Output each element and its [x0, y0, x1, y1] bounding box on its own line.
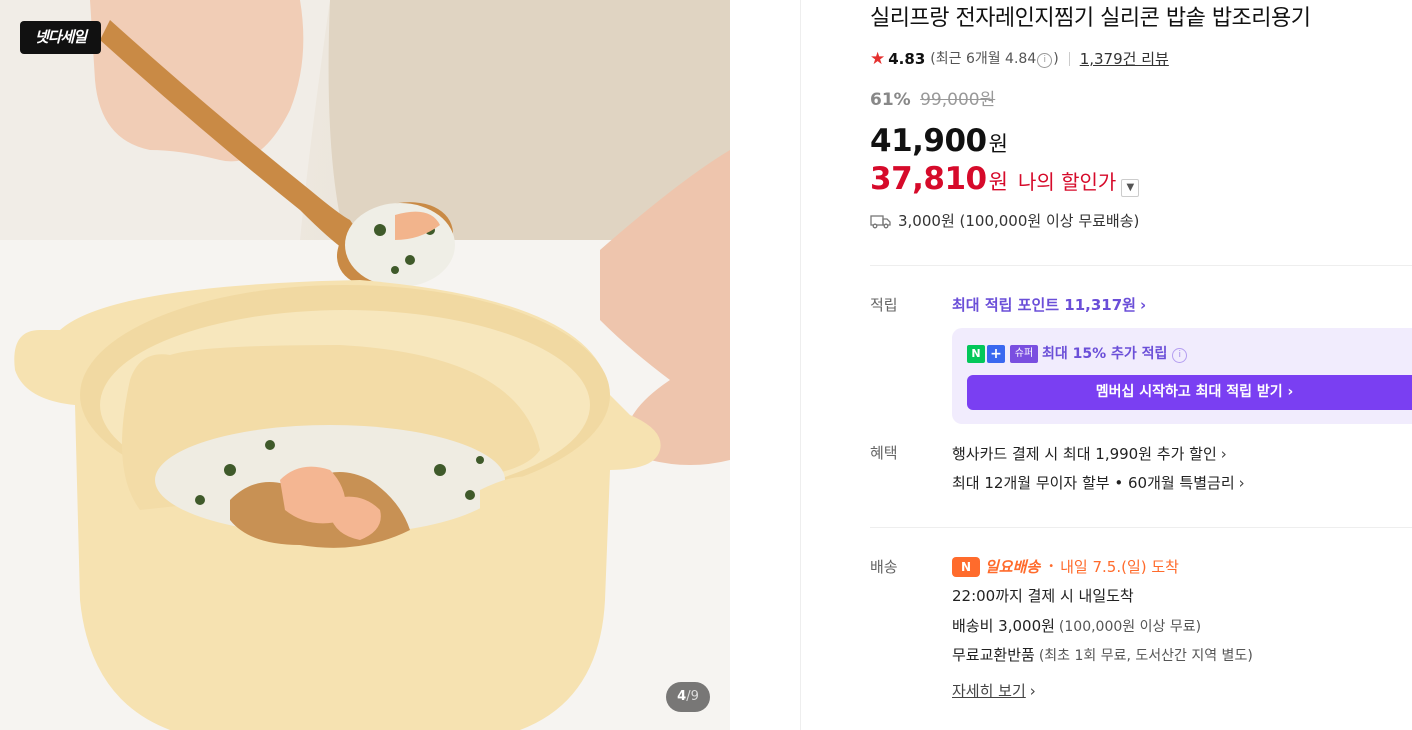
membership-button-label: 멤버십 시작하고 최대 적립 받기 [1095, 384, 1283, 400]
membership-start-button[interactable]: 멤버십 시작하고 최대 적립 받기 › [967, 375, 1412, 410]
points-label: 적립 [870, 296, 898, 314]
review-count-link[interactable]: 1,379건 리뷰 [1080, 47, 1169, 71]
exchange-text: 무료교환반품 [952, 646, 1035, 664]
naver-plus-badges: N + 슈퍼 [967, 345, 1038, 363]
shipping-fee-text: 3,000원 (100,000원 이상 무료배송) [898, 212, 1140, 230]
shipping-fee-row: 3,000원 (100,000원 이상 무료배송) [870, 209, 1139, 233]
column-divider [800, 0, 801, 730]
dot-separator: • [1048, 561, 1055, 572]
info-icon[interactable]: i [1037, 53, 1053, 68]
naver-n-badge: N [967, 345, 985, 363]
image-page-counter: 4/9 [666, 682, 710, 712]
super-badge: 슈퍼 [1010, 345, 1038, 363]
discount-percent: 61% [870, 90, 911, 110]
chevron-right-icon: › [1220, 445, 1227, 463]
card-discount-text: 행사카드 결제 시 최대 1,990원 추가 할인 [952, 445, 1217, 463]
star-icon: ★ [870, 49, 886, 69]
card-discount-link[interactable]: 행사카드 결제 시 최대 1,990원 추가 할인 › [952, 442, 1227, 466]
original-price: 99,000원 [920, 90, 996, 110]
delivery-label: 배송 [870, 558, 898, 576]
counter-current: 4 [677, 689, 687, 704]
max-points-link[interactable]: 최대 적립 포인트 11,317원 › [952, 293, 1146, 317]
truck-icon [870, 215, 891, 229]
extra-points-text: 최대 15% 추가 적립 [1042, 346, 1168, 362]
membership-extra-points: 최대 15% 추가 적립 i [1042, 342, 1188, 366]
benefits-label: 혜택 [870, 444, 898, 462]
my-price-unit: 원 [988, 170, 1008, 194]
delivery-fee-row: 배송비 3,000원 (100,000원 이상 무료) [952, 614, 1201, 639]
installment-text: 최대 12개월 무이자 할부 • 60개월 특별금리 [952, 474, 1235, 492]
product-title: 실리프랑 전자레인지찜기 실리콘 밥솥 밥조리용기 [870, 6, 1311, 31]
product-image[interactable]: 넷다세일 4/9 [0, 0, 730, 730]
product-photo-illustration [0, 0, 730, 730]
section-divider [870, 265, 1412, 266]
delivery-detail-link[interactable]: 자세히 보기 › [952, 679, 1036, 703]
my-price-row: 37,810 원 나의 할인가 ▼ [870, 160, 1140, 201]
exchange-sub: (최초 1회 무료, 도서산간 지역 별도) [1038, 648, 1253, 664]
chevron-down-icon[interactable]: ▼ [1121, 179, 1140, 197]
delivery-fee-sub: (100,000원 이상 무료) [1058, 619, 1202, 635]
sale-price-value: 41,900 [870, 123, 987, 159]
recent-rating: (최근 6개월 4.84 i) [930, 47, 1059, 71]
membership-box: N + 슈퍼 최대 15% 추가 적립 i 멤버십 시작하고 최대 적립 받기 … [952, 328, 1412, 424]
recent-rating-text: (최근 6개월 4.84 [930, 51, 1037, 67]
sunday-delivery-badge: 일요배송 [985, 558, 1041, 576]
delivery-fee-text: 배송비 3,000원 [952, 617, 1055, 635]
my-price-value: 37,810 [870, 161, 987, 197]
arrival-date: 내일 7.5.(일) 도착 [1060, 558, 1179, 576]
recent-rating-close: ) [1053, 51, 1059, 67]
my-price-label: 나의 할인가 [1017, 170, 1117, 194]
discount-row: 61% 99,000원 [870, 87, 995, 113]
max-points-text: 최대 적립 포인트 11,317원 [952, 296, 1136, 314]
rating-score: 4.83 [888, 50, 926, 68]
sale-price-unit: 원 [988, 132, 1008, 156]
delivery-cutoff: 22:00까지 결제 시 내일도착 [952, 587, 1134, 605]
counter-total: 9 [690, 689, 699, 704]
detail-link-text: 자세히 보기 [952, 682, 1026, 700]
chevron-right-icon: › [1139, 296, 1147, 314]
exchange-row: 무료교환반품 (최초 1회 무료, 도서산간 지역 별도) [952, 643, 1253, 668]
info-icon[interactable]: i [1172, 348, 1188, 363]
n-delivery-icon: N [952, 557, 980, 577]
chevron-right-icon: › [1029, 682, 1036, 700]
installment-link[interactable]: 최대 12개월 무이자 할부 • 60개월 특별금리 › [952, 471, 1245, 495]
rating-separator [1068, 52, 1070, 66]
sunday-delivery-row: N 일요배송 • 내일 7.5.(일) 도착 [952, 555, 1179, 579]
rating-row: ★ 4.83 (최근 6개월 4.84 i) 1,379건 리뷰 [870, 47, 1169, 71]
sale-badge: 넷다세일 [20, 21, 101, 54]
section-divider [870, 527, 1412, 528]
plus-badge: + [987, 345, 1005, 363]
chevron-right-icon: › [1238, 474, 1245, 492]
